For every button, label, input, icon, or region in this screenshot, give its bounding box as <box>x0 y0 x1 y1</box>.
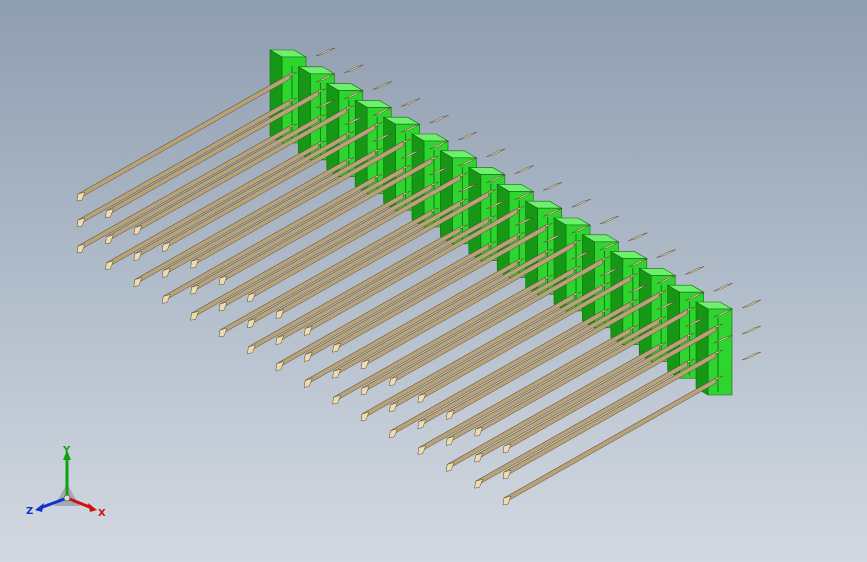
pin-tip-8-3 <box>275 361 285 371</box>
pin-back-stub-12-1 <box>628 232 648 242</box>
pin-back-stub-16-1 <box>741 299 762 309</box>
pin-tip-7-1 <box>247 292 256 303</box>
pin-back-stub-13-1 <box>656 249 676 258</box>
pin-tip-3-3 <box>133 277 143 287</box>
pin-tip-6-2 <box>218 301 228 312</box>
pin-tip-5-1 <box>190 258 200 269</box>
housing-side-15 <box>667 284 680 379</box>
pin-back-stub-4-1 <box>401 98 421 107</box>
pin-tip-2-2 <box>105 234 114 245</box>
pin-back-stub-10-1 <box>571 198 591 208</box>
pin-tip-10-2 <box>332 368 342 379</box>
pin-tip-3-2 <box>133 251 143 261</box>
pin-tip-7-2 <box>247 318 256 329</box>
pin-back-stub-7-1 <box>486 148 506 158</box>
x-axis-arrow <box>88 503 97 512</box>
pin-tip-11-1 <box>360 359 370 370</box>
pin-tip-14-2 <box>445 436 455 446</box>
pin-tip-16-3 <box>502 495 512 506</box>
pin-tip-2-1 <box>105 208 114 219</box>
housing-side-1 <box>269 49 283 144</box>
pin-tip-13-3 <box>417 445 427 455</box>
housing-side-6 <box>411 133 425 228</box>
housing-side-3 <box>326 83 340 178</box>
housing-side-2 <box>298 66 311 161</box>
pin-back-stub-14-1 <box>685 266 705 275</box>
housing-side-9 <box>496 183 510 278</box>
pin-tip-5-2 <box>190 284 200 295</box>
pin-tip-16-1 <box>502 443 512 454</box>
housing-side-4 <box>354 99 368 194</box>
pin-tip-4-1 <box>161 242 171 252</box>
pin-tip-8-2 <box>275 335 285 345</box>
pin-back-stub-9-1 <box>543 182 563 191</box>
pin-back-stub-16-3 <box>741 351 762 361</box>
pin-tip-3-1 <box>133 225 143 235</box>
pin-tip-15-1 <box>474 426 484 437</box>
pin-back-stub-5-1 <box>429 114 449 124</box>
z-axis-arrow <box>35 503 44 512</box>
pin-tip-6-1 <box>218 275 228 286</box>
pin-tip-8-1 <box>275 309 285 319</box>
pin-tip-6-3 <box>218 327 228 338</box>
pin-back-stub-1-1 <box>315 47 336 57</box>
pin-back-stub-2-1 <box>344 64 364 74</box>
pin-tip-16-2 <box>502 469 512 480</box>
x-axis-label: X <box>98 508 106 519</box>
graphics-viewport[interactable]: Y X Z <box>0 0 867 562</box>
housing-side-8 <box>468 167 482 262</box>
pin-tip-4-3 <box>161 294 171 304</box>
pin-tip-13-1 <box>417 393 427 403</box>
pin-tip-12-2 <box>389 402 398 413</box>
triad-origin <box>63 494 71 502</box>
pin-header-model[interactable] <box>0 0 867 562</box>
pin-tip-10-3 <box>332 394 342 405</box>
pin-tip-14-3 <box>445 462 455 472</box>
housing-side-10 <box>525 200 538 295</box>
view-orientation-triad: Y X Z <box>26 446 106 519</box>
pin-tip-15-3 <box>474 478 484 489</box>
y-axis-label: Y <box>62 446 71 456</box>
pin-tip-10-1 <box>332 342 342 353</box>
housing-side-11 <box>553 217 567 312</box>
pin-back-stub-16-2 <box>741 325 762 335</box>
pin-tip-9-3 <box>303 378 313 388</box>
pin-back-stub-6-1 <box>457 131 478 141</box>
pin-tip-7-3 <box>247 344 256 355</box>
pin-tip-11-3 <box>360 411 370 422</box>
housing-side-7 <box>440 150 453 245</box>
pin-tip-9-2 <box>303 352 313 362</box>
pin-tip-12-1 <box>389 376 398 387</box>
pin-tip-1-1 <box>76 191 86 202</box>
housing-side-14 <box>638 267 652 362</box>
pin-tip-13-2 <box>417 419 427 429</box>
pin-tip-5-3 <box>190 310 200 321</box>
pin-back-stub-3-1 <box>372 81 392 90</box>
pin-tip-1-3 <box>76 243 86 254</box>
pin-tip-2-3 <box>105 260 114 271</box>
pin-tip-4-2 <box>161 268 171 278</box>
pin-tip-15-2 <box>474 452 484 463</box>
housing-side-5 <box>383 116 396 211</box>
pin-back-stub-15-1 <box>713 282 733 292</box>
pin-tip-14-1 <box>445 410 455 420</box>
pin-tip-11-2 <box>360 385 370 396</box>
housing-side-12 <box>582 234 595 329</box>
pin-tip-9-1 <box>303 326 313 336</box>
pin-back-stub-8-1 <box>514 165 534 174</box>
pin-tip-12-3 <box>389 428 398 439</box>
housing-side-16 <box>695 301 709 396</box>
housing-side-13 <box>610 251 624 346</box>
z-axis-label: Z <box>26 506 33 517</box>
pin-back-stub-11-1 <box>599 215 620 225</box>
pin-tip-1-2 <box>76 217 86 228</box>
